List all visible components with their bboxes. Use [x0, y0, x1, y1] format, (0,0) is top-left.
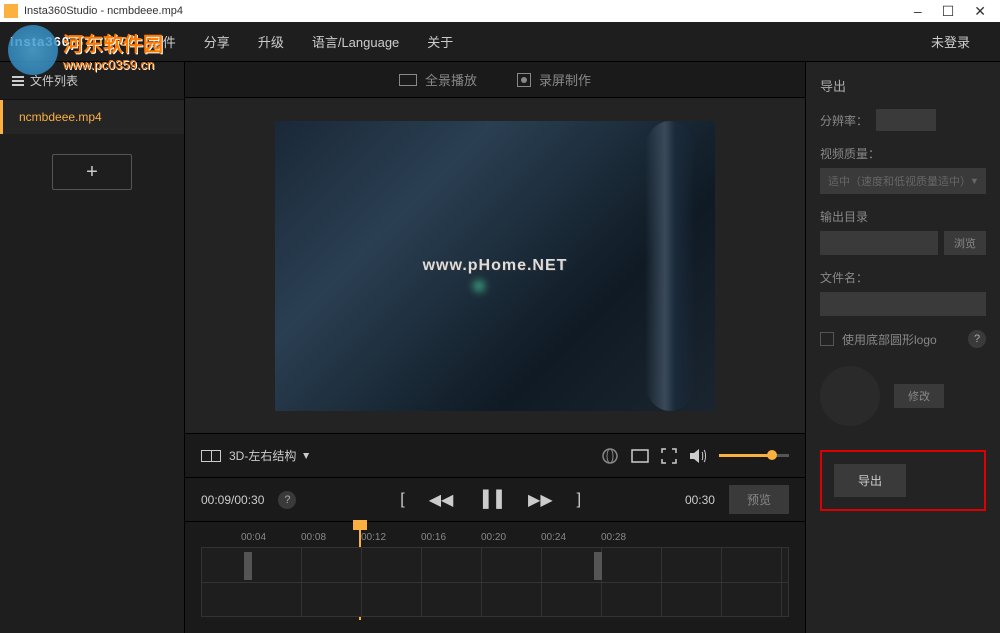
- volume-slider[interactable]: [719, 454, 789, 457]
- watermark-icon: [8, 25, 58, 75]
- ruler-mark: 00:04: [241, 532, 301, 543]
- vr-mode-icon[interactable]: [601, 447, 619, 465]
- ruler-mark: 00:28: [601, 532, 661, 543]
- mark-out-button[interactable]: ]: [577, 491, 581, 509]
- tab-panorama-play[interactable]: 全景播放: [399, 70, 477, 89]
- video-frame[interactable]: www.pHome.NET: [275, 121, 715, 411]
- export-button[interactable]: 导出: [834, 464, 906, 497]
- filename-label: 文件名：: [820, 269, 986, 286]
- player-controls-bar: 3D-左右结构 ▸: [185, 433, 805, 477]
- aspect-ratio-icon[interactable]: [631, 449, 649, 463]
- timeline-ruler[interactable]: 00:04 00:08 00:12 00:16 00:20 00:24 00:2…: [241, 532, 789, 543]
- view-mode-tabs: 全景播放 录屏制作: [185, 62, 805, 98]
- modify-logo-button[interactable]: 修改: [894, 384, 944, 408]
- help-icon[interactable]: ?: [278, 491, 296, 509]
- menu-language[interactable]: 语言/Language: [312, 32, 399, 51]
- video-preview-area: www.pHome.NET: [185, 98, 805, 433]
- export-title: 导出: [820, 76, 986, 95]
- add-file-button[interactable]: +: [52, 154, 132, 190]
- export-panel: 导出 分辨率： 视频质量： 适中（速度和低视质量适中） ▸ 输出目录 浏览 文件…: [805, 62, 1000, 633]
- file-sidebar: 文件列表 ncmbdeee.mp4 +: [0, 62, 185, 633]
- time-display: 00:09/00:30: [201, 493, 264, 507]
- record-icon: [517, 73, 531, 87]
- app-icon: [4, 4, 18, 18]
- video-watermark: www.pHome.NET: [423, 257, 568, 275]
- maximize-button[interactable]: ☐: [942, 3, 955, 20]
- clip-handle-right[interactable]: [594, 552, 602, 580]
- clip-handle-left[interactable]: [244, 552, 252, 580]
- pause-button[interactable]: ▐▐: [477, 491, 504, 509]
- minimize-button[interactable]: –: [914, 3, 922, 20]
- resolution-input[interactable]: [876, 109, 936, 131]
- mark-in-button[interactable]: [: [400, 491, 404, 509]
- logo-checkbox-label: 使用底部圆形logo: [842, 331, 937, 348]
- timeline-area: 00:04 00:08 00:12 00:16 00:20 00:24 00:2…: [185, 521, 805, 633]
- ruler-mark: 00:16: [421, 532, 481, 543]
- timeline-tracks[interactable]: [201, 547, 789, 617]
- login-status[interactable]: 未登录: [931, 32, 970, 51]
- logo-help-icon[interactable]: ?: [968, 330, 986, 348]
- stereo-mode-select[interactable]: 3D-左右结构 ▸: [201, 447, 310, 464]
- prev-button[interactable]: ◀◀: [429, 490, 454, 510]
- ruler-mark: 00:12: [361, 532, 421, 543]
- end-time-display: 00:30: [685, 493, 715, 507]
- volume-icon[interactable]: [689, 448, 707, 464]
- stereo-icon: [201, 450, 221, 462]
- ruler-mark: 00:08: [301, 532, 361, 543]
- output-dir-input[interactable]: [820, 231, 938, 255]
- transport-bar: 00:09/00:30 ? [ ◀◀ ▐▐ ▶▶ ] 00:30 预览: [185, 477, 805, 521]
- quality-label: 视频质量：: [820, 145, 986, 162]
- resolution-label: 分辨率：: [820, 112, 868, 129]
- output-dir-label: 输出目录: [820, 208, 986, 225]
- next-button[interactable]: ▶▶: [528, 490, 553, 510]
- menu-about[interactable]: 关于: [427, 32, 453, 51]
- preview-button[interactable]: 预览: [729, 485, 789, 514]
- close-button[interactable]: ✕: [974, 3, 986, 20]
- window-title: Insta360Studio - ncmbdeee.mp4: [24, 5, 914, 17]
- tab-screen-record[interactable]: 录屏制作: [517, 70, 591, 89]
- quality-select[interactable]: 适中（速度和低视质量适中） ▸: [820, 168, 986, 194]
- browse-button[interactable]: 浏览: [944, 231, 986, 255]
- ruler-mark: 00:24: [541, 532, 601, 543]
- export-highlight-box: 导出: [820, 450, 986, 511]
- site-watermark: 河东软件园 www.pc0359.cn: [8, 25, 163, 75]
- window-titlebar: Insta360Studio - ncmbdeee.mp4 – ☐ ✕: [0, 0, 1000, 22]
- logo-checkbox[interactable]: [820, 332, 834, 346]
- file-list-item[interactable]: ncmbdeee.mp4: [0, 100, 184, 134]
- logo-preview: [820, 366, 880, 426]
- ruler-mark: 00:20: [481, 532, 541, 543]
- panorama-icon: [399, 74, 417, 86]
- fullscreen-icon[interactable]: [661, 448, 677, 464]
- filename-input[interactable]: [820, 292, 986, 316]
- menu-upgrade[interactable]: 升级: [258, 32, 284, 51]
- list-icon: [12, 75, 24, 87]
- menu-share[interactable]: 分享: [204, 32, 230, 51]
